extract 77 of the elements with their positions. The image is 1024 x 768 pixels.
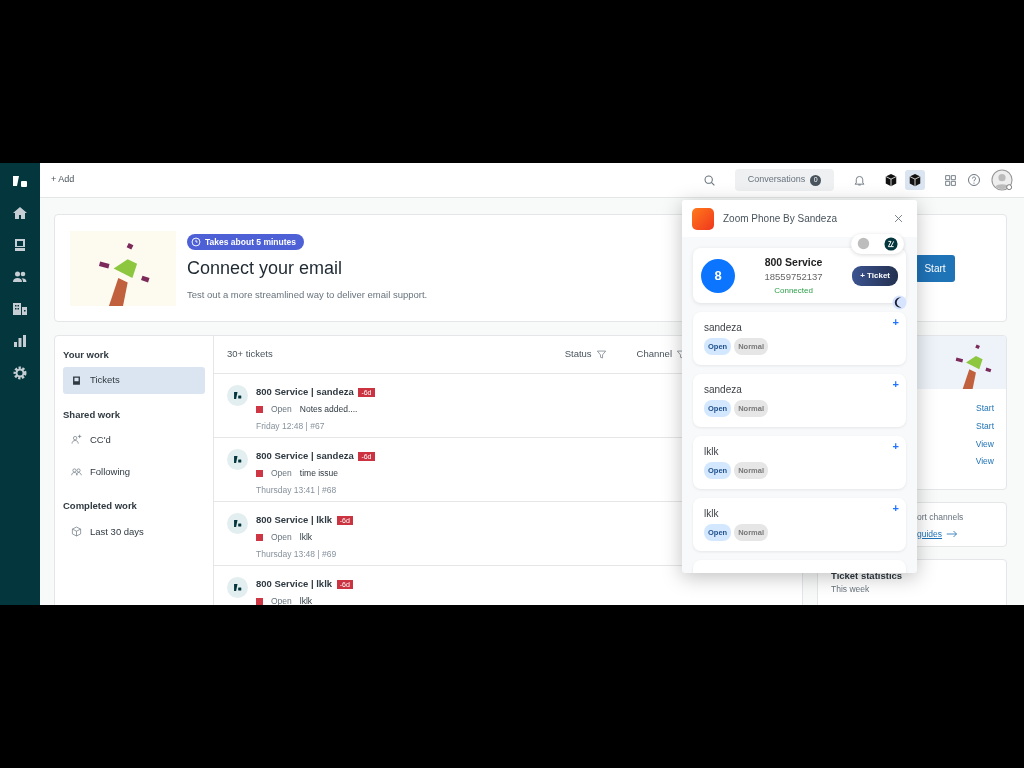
app-button[interactable] (905, 170, 925, 190)
start-button[interactable]: Start (915, 254, 955, 282)
section-heading: Completed work (63, 499, 138, 514)
inbox-icon (71, 374, 82, 386)
ticket-preview: Notes added.... (299, 403, 358, 416)
ticket-name: sandeza (704, 321, 743, 335)
filter-icon (595, 349, 607, 360)
users-icon[interactable] (12, 269, 28, 285)
filter-button[interactable]: Channel (633, 344, 690, 365)
avatar-icon (991, 169, 1013, 191)
card-title: Connect your email (187, 257, 343, 281)
statistics-title: Ticket statistics (831, 569, 904, 583)
ticket-preview: lklk (299, 531, 313, 544)
logo-icon (232, 582, 243, 593)
ticket-count: 30+ tickets (227, 347, 274, 362)
help-icon (967, 173, 981, 187)
add-button[interactable]: + (890, 379, 901, 390)
time-badge: Takes about 5 minutes (187, 233, 304, 251)
ticket-name: sandeza (704, 383, 743, 397)
new-ticket-button[interactable]: + Ticket (852, 265, 898, 286)
settings-icon[interactable] (12, 365, 28, 381)
ticket-status: Open (271, 467, 292, 480)
ticket-meta: Thursday 13:41 | #68 (256, 484, 338, 497)
close-icon (893, 213, 904, 224)
ticket-name: lklk (704, 507, 720, 521)
cube-icon (884, 173, 898, 187)
logo-icon[interactable] (884, 237, 898, 251)
guides-link[interactable]: guides (917, 527, 959, 541)
grid-icon (944, 173, 957, 187)
ticket-status: Open (271, 403, 292, 416)
resource-link[interactable]: Start (964, 402, 1006, 415)
add-button[interactable]: + (890, 441, 901, 452)
building-icon[interactable] (12, 301, 28, 317)
filter-button[interactable]: Status (561, 344, 610, 365)
ticket-name: lklk (704, 445, 720, 459)
inbox-icon[interactable] (12, 237, 28, 253)
bell-icon (853, 173, 866, 187)
logo-icon (232, 454, 243, 465)
logo-icon (232, 518, 243, 529)
card-description: Test out a more streamlined way to deliver email support. (187, 288, 428, 303)
call-status: Connected (773, 284, 814, 297)
section-heading: Your work (63, 348, 110, 362)
clock-icon (191, 237, 201, 248)
add-button[interactable]: + (890, 503, 901, 514)
ticket-preview: time issue (299, 467, 339, 480)
cube-icon (908, 173, 922, 187)
moon-icon[interactable] (892, 295, 907, 310)
channels-text: ort channels (917, 511, 965, 524)
cube-icon (71, 526, 82, 538)
app-logo (692, 207, 714, 230)
logo-icon (232, 390, 243, 401)
caller-avatar: 8 (701, 258, 735, 293)
section-heading: Shared work (63, 407, 122, 422)
logo-icon[interactable] (12, 173, 28, 189)
home-icon[interactable] (12, 205, 28, 221)
caller-number: 18559752137 (763, 270, 824, 285)
users-icon (71, 466, 82, 478)
popup-title: Zoom Phone By Sandeza (723, 212, 838, 226)
ticket-preview: lklk (299, 595, 313, 605)
nav-item[interactable]: Following (63, 459, 205, 486)
profile-button[interactable] (988, 166, 1016, 194)
bar-chart-icon[interactable] (12, 333, 28, 349)
nav-item[interactable]: Last 30 days (63, 518, 205, 545)
search-icon (703, 173, 716, 187)
resource-link[interactable]: View (963, 455, 1006, 468)
add-button[interactable]: + Add (48, 170, 78, 190)
add-button[interactable]: + (890, 317, 901, 328)
resource-link[interactable]: Start (964, 419, 1006, 433)
statistics-period: This week (831, 583, 871, 596)
ticket-meta: Friday 12:48 | #67 (256, 420, 326, 433)
ticket-status: Open (271, 531, 292, 544)
caller-name: 800 Service (763, 254, 824, 270)
ticket-meta: Thursday 13:48 | #69 (256, 548, 338, 561)
resource-link[interactable]: View (963, 437, 1006, 451)
nav-item[interactable]: CC'd (63, 426, 205, 453)
add-user-icon (71, 434, 82, 446)
nav-item[interactable]: Tickets (63, 367, 205, 394)
